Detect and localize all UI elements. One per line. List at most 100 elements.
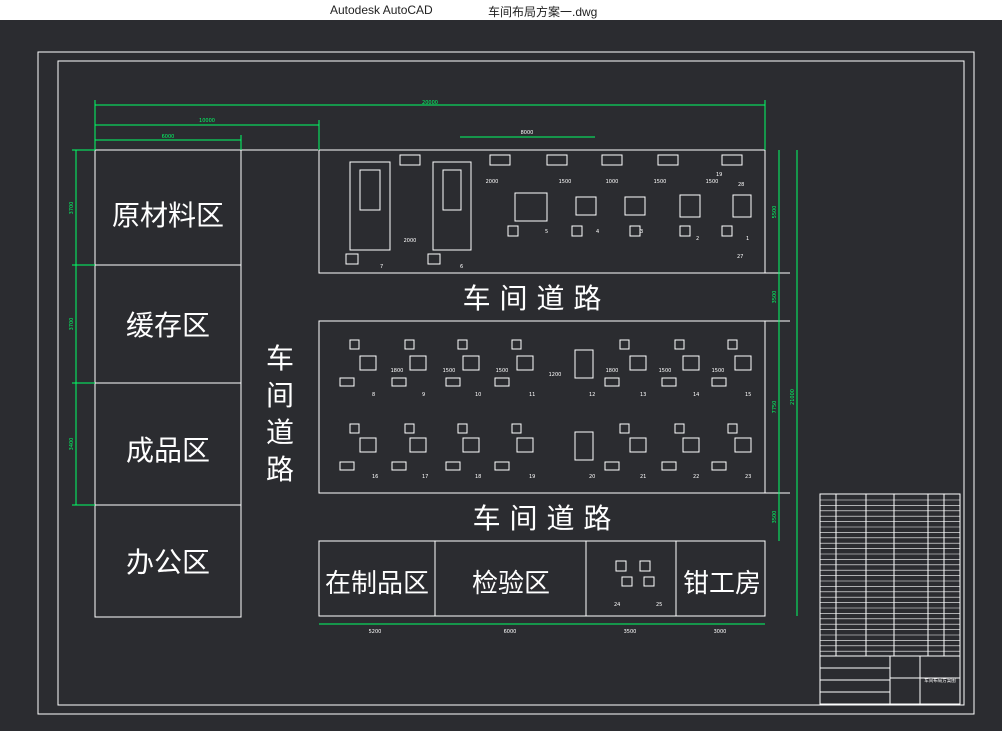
tag-row1-9: 9 xyxy=(422,392,425,398)
machine-row2[interactable] xyxy=(409,437,427,453)
label-buffer: 缓存区 xyxy=(126,309,210,342)
machine-row1[interactable] xyxy=(516,355,534,371)
equipment-block xyxy=(489,154,511,166)
machine-row1[interactable] xyxy=(359,355,377,371)
tag-row2-18: 18 xyxy=(475,474,481,480)
machine-row2[interactable] xyxy=(359,437,377,453)
zone-mid-box[interactable] xyxy=(585,540,677,617)
drawing-canvas[interactable]: 20000 10000 6000 8000 2000 2000 1500 100… xyxy=(0,20,1002,727)
equipment-block xyxy=(445,377,461,387)
equipment-block xyxy=(404,339,415,350)
equipment-block xyxy=(399,154,421,166)
label-road-vertical-2: 间 xyxy=(266,379,294,412)
dim-bottom-inspection: 6000 xyxy=(504,629,517,635)
machine-4[interactable] xyxy=(575,196,597,216)
dim-right-total: 21000 xyxy=(790,389,796,405)
dim-row-gap-d: 1200 xyxy=(549,372,562,378)
equipment-block xyxy=(639,560,651,572)
dim-right-bottom: 3500 xyxy=(772,511,778,524)
road-labels: 车 间 道 路 车 间 道 路 车 间 道 路 xyxy=(266,282,611,535)
title-block[interactable] xyxy=(819,493,961,705)
tag-row1-10: 10 xyxy=(475,392,481,398)
equipment-block xyxy=(349,423,360,434)
label-inspection: 检验区 xyxy=(472,569,550,599)
tag-row1-14: 14 xyxy=(693,392,699,398)
tag-small-19: 19 xyxy=(716,172,722,178)
machine-row1-center[interactable] xyxy=(574,349,594,379)
bottom-zone-labels: 在制品区 检验区 钳工房 xyxy=(325,569,761,599)
dim-machine-gap-1: 2000 xyxy=(404,238,417,244)
dim-left-2: 3700 xyxy=(69,318,75,331)
tag-row1-13: 13 xyxy=(640,392,646,398)
tag-top-7: 7 xyxy=(380,264,383,270)
tag-row2-20: 20 xyxy=(589,474,595,480)
machine-row2[interactable] xyxy=(462,437,480,453)
dim-row-gap-b: 1500 xyxy=(443,368,456,374)
equipment-block xyxy=(619,339,630,350)
machine-large-1[interactable] xyxy=(349,161,391,251)
equipment-block xyxy=(619,423,630,434)
equipment-block xyxy=(445,461,461,471)
machine-2[interactable] xyxy=(679,194,701,218)
dim-bottom-fitter: 3000 xyxy=(714,629,727,635)
machine-detail xyxy=(442,169,462,211)
label-fitter: 钳工房 xyxy=(683,569,761,599)
machine-row1[interactable] xyxy=(734,355,752,371)
equipment-block xyxy=(661,377,677,387)
machine-row2-center[interactable] xyxy=(574,431,594,461)
middle-production-area[interactable] xyxy=(318,320,766,494)
title-block-name: 车间布局方案图 xyxy=(924,677,956,684)
equipment-block xyxy=(349,339,360,350)
dim-left-3: 3400 xyxy=(69,438,75,451)
dim-machine-gap-4: 1000 xyxy=(606,179,619,185)
label-raw-material: 原材料区 xyxy=(112,199,224,232)
equipment-block xyxy=(721,225,733,237)
equipment-block xyxy=(679,225,691,237)
dim-bottom-mid: 3500 xyxy=(624,629,637,635)
label-road-vertical-4: 路 xyxy=(266,453,294,486)
equipment-block xyxy=(621,576,633,587)
machine-row1[interactable] xyxy=(629,355,647,371)
machine-3[interactable] xyxy=(624,196,646,216)
dim-row-gap-g: 1500 xyxy=(712,368,725,374)
tag-row2-19: 19 xyxy=(529,474,535,480)
tag-top-5: 5 xyxy=(545,229,548,235)
machine-row2[interactable] xyxy=(682,437,700,453)
equipment-block xyxy=(711,377,727,387)
label-road-lower: 车 间 道 路 xyxy=(473,502,612,535)
tag-row2-21: 21 xyxy=(640,474,646,480)
label-road-vertical-1: 车 xyxy=(266,342,294,375)
machine-5[interactable] xyxy=(514,192,548,222)
machine-row1[interactable] xyxy=(682,355,700,371)
machine-large-2[interactable] xyxy=(432,161,472,251)
tag-row1-12: 12 xyxy=(589,392,595,398)
upper-production-area[interactable] xyxy=(318,149,766,274)
parts-list-table xyxy=(819,493,961,657)
cad-drawing[interactable]: 20000 10000 6000 8000 2000 2000 1500 100… xyxy=(0,20,1002,727)
dim-row-gap-e: 1800 xyxy=(606,368,619,374)
dim-zone-width: 6000 xyxy=(162,134,175,140)
tag-small-24: 24 xyxy=(614,602,620,608)
machine-tags: 7 6 5 4 3 2 1 8 9 10 11 12 13 14 15 16 1… xyxy=(372,172,751,608)
tag-row1-8: 8 xyxy=(372,392,375,398)
equipment-block xyxy=(661,461,677,471)
dim-right-road: 3500 xyxy=(772,291,778,304)
machine-row2[interactable] xyxy=(629,437,647,453)
machine-row2[interactable] xyxy=(516,437,534,453)
dim-machine-gap-6: 1500 xyxy=(706,179,719,185)
equipment-block xyxy=(494,461,510,471)
title-bar: Autodesk AutoCAD 车间布局方案一.dwg xyxy=(0,0,1002,20)
machine-row1[interactable] xyxy=(462,355,480,371)
dim-left-1: 3700 xyxy=(69,202,75,215)
equipment-block xyxy=(711,461,727,471)
middle-machines[interactable] xyxy=(339,339,752,587)
label-finished: 成品区 xyxy=(126,434,210,467)
machine-row2[interactable] xyxy=(734,437,752,453)
dim-right-top: 5500 xyxy=(772,206,778,219)
machine-1[interactable] xyxy=(732,194,752,218)
equipment-block xyxy=(604,377,620,387)
equipment-block xyxy=(604,461,620,471)
upper-machines[interactable] xyxy=(345,154,752,265)
machine-row1[interactable] xyxy=(409,355,427,371)
tag-top-1: 1 xyxy=(746,236,749,242)
